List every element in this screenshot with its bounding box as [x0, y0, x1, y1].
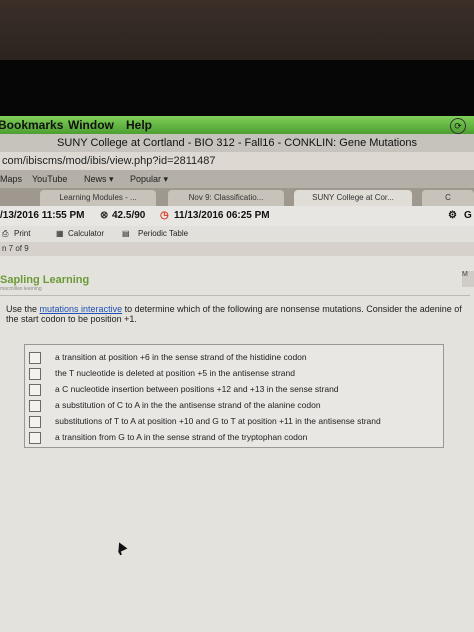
tools-bar: ⎙ Print ▦ Calculator ▤ Periodic Table	[0, 226, 474, 242]
choice-label: a transition at position +6 in the sense…	[55, 352, 307, 362]
bookmark-news[interactable]: News ▾	[84, 174, 114, 185]
right-edge-label: M	[462, 271, 474, 287]
sapling-logo: Sapling Learning	[0, 274, 90, 286]
tab-strip: Learning Modules - ... Nov 9: Classifica…	[0, 188, 474, 206]
tab-nov9[interactable]: Nov 9: Classificatio...	[168, 190, 284, 206]
start-time: /13/2016 11:55 PM	[0, 210, 85, 221]
bookmark-youtube[interactable]: YouTube	[32, 174, 67, 184]
periodic-table-icon[interactable]: ▤	[122, 229, 130, 238]
clock-icon: ◷	[160, 210, 169, 221]
calculator-icon[interactable]: ▦	[56, 229, 64, 238]
checkbox[interactable]	[29, 352, 41, 364]
choice-label: a substitution of C to A in the the anti…	[55, 400, 321, 410]
bookmarks-bar: Maps YouTube News ▾ Popular ▾	[0, 170, 474, 188]
choice-label: substitutions of T to A at position +10 …	[55, 416, 381, 426]
question-prefix: Use the	[6, 304, 40, 314]
screen: Bookmarks Window Help ⟳ SUNY College at …	[0, 116, 474, 632]
print-button[interactable]: Print	[14, 229, 30, 238]
choice-4[interactable]: a substitution of C to A in the the anti…	[29, 399, 439, 413]
pager-label: n 7 of 9	[2, 244, 29, 253]
checkbox[interactable]	[29, 416, 41, 428]
choice-6[interactable]: a transition from G to A in the sense st…	[29, 431, 439, 445]
choice-label: the T nucleotide is deleted at position …	[55, 368, 295, 378]
menu-bar: Bookmarks Window Help ⟳	[0, 116, 474, 134]
choice-1[interactable]: a transition at position +6 in the sense…	[29, 351, 439, 365]
question-pager[interactable]: n 7 of 9	[0, 242, 474, 256]
gear-icon[interactable]: ⚙	[448, 210, 457, 221]
checkbox[interactable]	[29, 400, 41, 412]
print-icon[interactable]: ⎙	[2, 229, 8, 239]
address-bar[interactable]: com/ibiscms/mod/ibis/view.php?id=2811487	[0, 152, 474, 170]
monitor-bezel	[0, 60, 474, 118]
background-wall	[0, 0, 474, 60]
checkbox[interactable]	[29, 432, 41, 444]
checkbox[interactable]	[29, 368, 41, 380]
choice-label: a C nucleotide insertion between positio…	[55, 384, 339, 394]
tab-learning-modules[interactable]: Learning Modules - ...	[40, 190, 156, 206]
calculator-button[interactable]: Calculator	[68, 229, 104, 238]
answer-choices: a transition at position +6 in the sense…	[24, 344, 444, 448]
choice-2[interactable]: the T nucleotide is deleted at position …	[29, 367, 439, 381]
score: 42.5/90	[112, 210, 146, 221]
bookmark-popular[interactable]: Popular ▾	[130, 174, 168, 185]
mutations-interactive-link[interactable]: mutations interactive	[40, 304, 123, 314]
tab-c[interactable]: C	[422, 190, 474, 206]
bookmark-maps[interactable]: Maps	[0, 174, 22, 184]
menu-window[interactable]: Window	[68, 118, 114, 132]
menu-help[interactable]: Help	[126, 118, 152, 132]
score-icon: ⊗	[100, 210, 109, 221]
divider	[0, 295, 470, 296]
sync-icon[interactable]: ⟳	[450, 118, 466, 134]
sapling-logo-sub: macmillan learning	[0, 286, 42, 292]
choice-3[interactable]: a C nucleotide insertion between positio…	[29, 383, 439, 397]
due-time: 11/13/2016 06:25 PM	[174, 210, 270, 221]
question-text: Use the mutations interactive to determi…	[6, 304, 466, 324]
right-label: G	[464, 210, 472, 221]
choice-5[interactable]: substitutions of T to A at position +10 …	[29, 415, 439, 429]
assignment-status: /13/2016 11:55 PM ⊗ 42.5/90 ◷ 11/13/2016…	[0, 206, 474, 226]
menu-bookmarks[interactable]: Bookmarks	[0, 118, 63, 132]
window-title: SUNY College at Cortland - BIO 312 - Fal…	[0, 134, 474, 152]
periodic-table-button[interactable]: Periodic Table	[138, 229, 188, 238]
tab-suny[interactable]: SUNY College at Cor...	[294, 190, 412, 206]
choice-label: a transition from G to A in the sense st…	[55, 432, 308, 442]
checkbox[interactable]	[29, 384, 41, 396]
